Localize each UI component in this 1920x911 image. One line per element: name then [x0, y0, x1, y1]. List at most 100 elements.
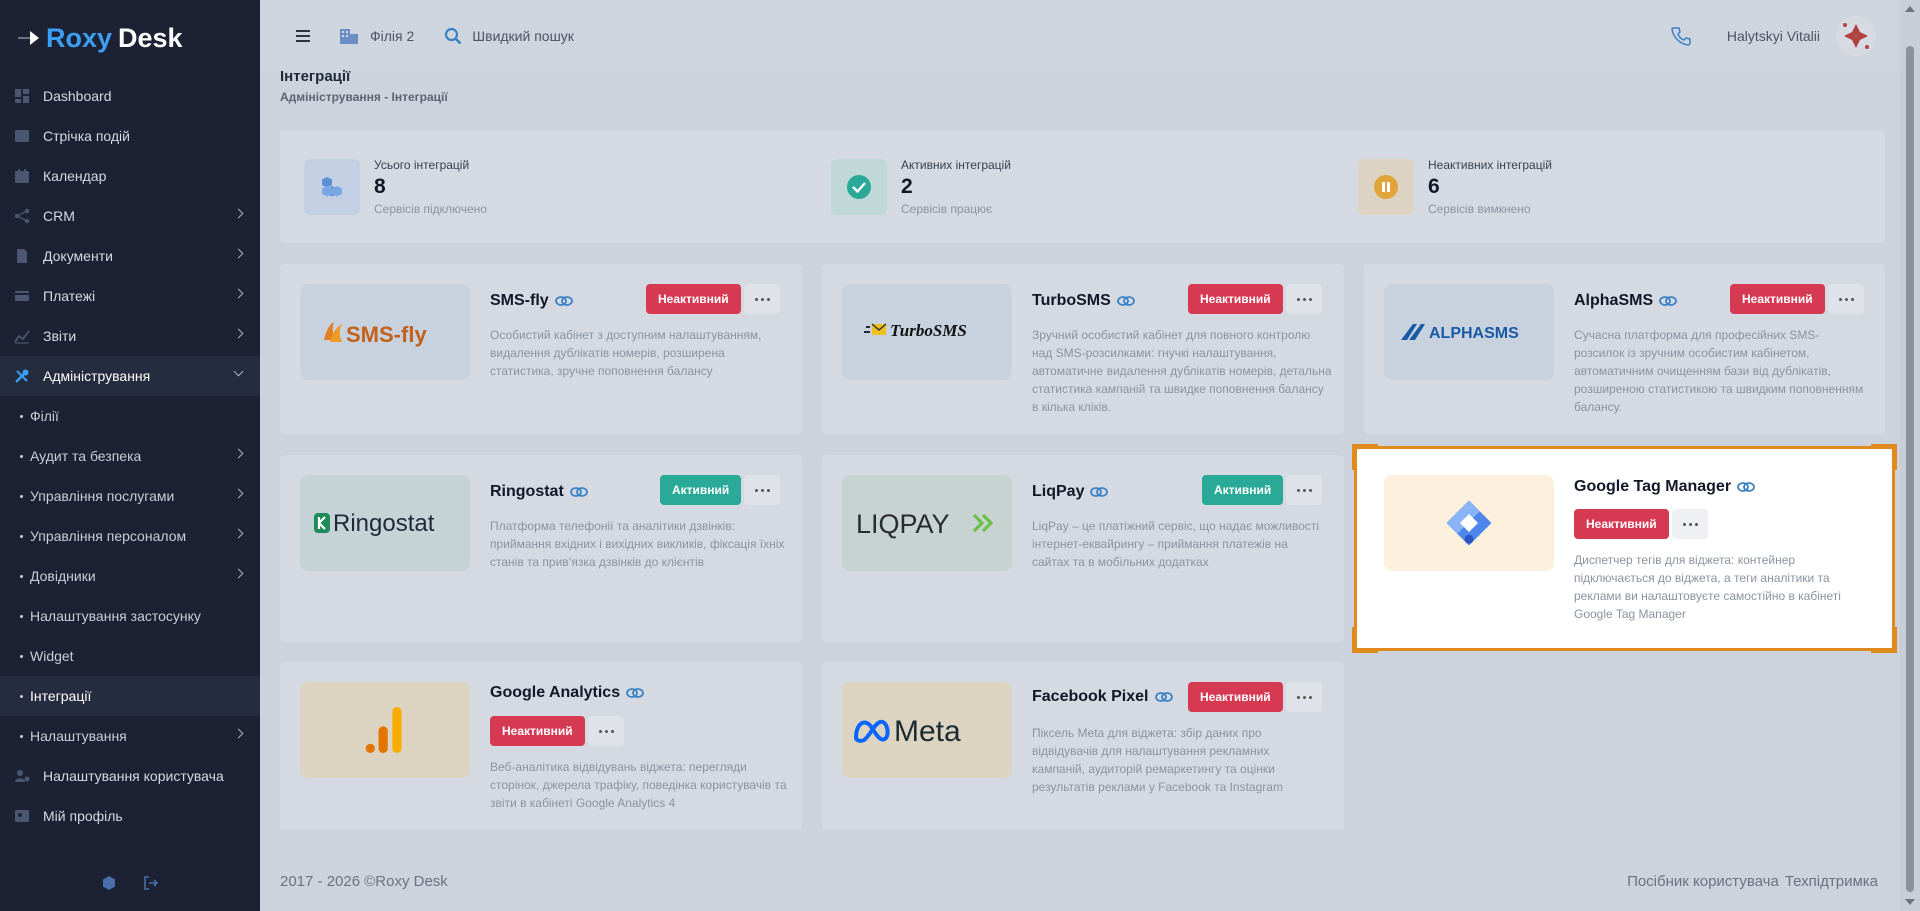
more-options-button[interactable]: [1286, 284, 1322, 314]
sidebar-item-payments[interactable]: Платежі: [0, 276, 260, 316]
status-badge: Неактивний: [1188, 682, 1283, 712]
liqpay-logo-text: LIQPAY: [856, 509, 950, 539]
bullet-dot: [20, 414, 23, 418]
sidebar-item-label: Звіти: [43, 328, 77, 344]
user-guide-link[interactable]: Посібник користувача: [1627, 873, 1779, 890]
more-options-button[interactable]: [744, 475, 780, 505]
sidebar-item-administration[interactable]: Адміністрування: [0, 356, 260, 396]
sidebar-item-user-settings[interactable]: Налаштування користувача: [0, 756, 260, 796]
settings-hex-icon[interactable]: [101, 875, 117, 891]
sidebar-nav: Dashboard Стрічка подій Календар CRM Док…: [0, 76, 260, 836]
integration-description: Платформа телефонії та аналітики дзвінкі…: [490, 519, 785, 569]
logout-icon[interactable]: [143, 875, 159, 891]
stat-value: 8: [374, 174, 386, 198]
support-link[interactable]: Техпідтримка: [1785, 873, 1878, 890]
search-icon: [444, 27, 462, 45]
phone-icon[interactable]: [1671, 26, 1691, 46]
integration-card-google-tag-manager[interactable]: Google Tag Manager Неактивний Диспетчер …: [1352, 444, 1897, 653]
branch-selector[interactable]: Філія 2: [338, 27, 414, 45]
stat-value: 2: [901, 174, 913, 198]
sidebar-item-crm[interactable]: CRM: [0, 196, 260, 236]
google-tag-manager-logo: [1384, 475, 1554, 571]
sidebar-subitem-directories[interactable]: Довідники: [0, 556, 260, 596]
check-circle-icon: [831, 158, 887, 215]
logo-arrow-icon: [18, 28, 40, 48]
integration-name-text: Google Analytics: [490, 684, 621, 701]
sidebar: Roxy Desk Dashboard Стрічка подій Календ…: [0, 0, 260, 911]
integration-card-liqpay[interactable]: LIQPAY LiqPay Активний LiqPay – це платі…: [822, 455, 1344, 642]
document-icon: [12, 248, 32, 264]
sidebar-subitem-widget[interactable]: Widget: [0, 636, 260, 676]
status-badge: Активний: [660, 475, 742, 505]
more-options-button[interactable]: [1286, 475, 1322, 505]
link-icon: [1659, 294, 1678, 308]
page-scrollbar[interactable]: [1900, 0, 1920, 911]
integration-name-text: AlphaSMS: [1574, 292, 1654, 309]
avatar[interactable]: [1836, 16, 1876, 56]
sidebar-item-label: Налаштування користувача: [43, 768, 224, 784]
sidebar-subitem-staff[interactable]: Управління персоналом: [0, 516, 260, 556]
stat-label: Усього інтеграцій: [374, 157, 470, 172]
google-analytics-logo: [300, 682, 470, 778]
quick-search[interactable]: Швидкий пошук: [444, 27, 574, 45]
integration-card-google-analytics[interactable]: Google Analytics Неактивний Веб-аналітик…: [280, 662, 802, 830]
status-badge: Активний: [1202, 475, 1284, 505]
sidebar-item-label: Адміністрування: [43, 368, 151, 384]
stat-sub: Сервісів працює: [901, 201, 993, 216]
integration-name-text: Ringostat: [490, 483, 564, 500]
integration-description: LiqPay – це платіжний сервіс, що надає м…: [1032, 519, 1320, 569]
integration-description: Веб-аналітика відвідувань віджета: перег…: [490, 760, 787, 810]
integration-card-smsfly[interactable]: SMS-fly SMS-fly Неактивний Особистий каб…: [280, 264, 802, 434]
app-logo[interactable]: Roxy Desk: [0, 0, 260, 76]
integration-name: LiqPay: [1032, 483, 1109, 501]
more-options-button[interactable]: [744, 284, 780, 314]
sidebar-subitem-label: Філії: [30, 408, 59, 424]
selection-corner: [1871, 444, 1897, 470]
sidebar-item-documents[interactable]: Документи: [0, 236, 260, 276]
more-options-button[interactable]: [1286, 682, 1322, 712]
sidebar-footer: [0, 875, 260, 891]
stat-value: 6: [1428, 174, 1440, 198]
top-bar: Філія 2 Швидкий пошук Halytskyi Vitalii: [260, 0, 1900, 72]
menu-toggle-icon[interactable]: [296, 30, 310, 42]
link-icon: [569, 485, 588, 499]
integration-name-text: LiqPay: [1032, 483, 1085, 500]
alphasms-logo: ALPHASMS: [1384, 284, 1554, 380]
sidebar-subitem-label: Налаштування застосунку: [30, 608, 201, 624]
link-icon: [626, 686, 645, 700]
chart-icon: [12, 328, 32, 344]
more-options-button[interactable]: [1828, 284, 1864, 314]
integration-card-turbosms[interactable]: TurboSMS TurboSMS Неактивний Зручний осо…: [822, 264, 1344, 434]
sidebar-subitem-settings[interactable]: Налаштування: [0, 716, 260, 756]
selection-corner: [1871, 627, 1897, 653]
sidebar-subitem-app-settings[interactable]: Налаштування застосунку: [0, 596, 260, 636]
scroll-up-icon[interactable]: [1905, 6, 1915, 12]
integration-description: Зручний особистий кабінет для повного ко…: [1032, 328, 1332, 414]
sidebar-subitem-integrations[interactable]: Інтеграції: [0, 676, 260, 716]
sidebar-item-reports[interactable]: Звіти: [0, 316, 260, 356]
more-options-button[interactable]: [588, 716, 624, 746]
sidebar-item-calendar[interactable]: Календар: [0, 156, 260, 196]
sidebar-item-profile[interactable]: Мій профіль: [0, 796, 260, 836]
bullet-dot: [20, 694, 23, 698]
sidebar-subitem-branches[interactable]: Філії: [0, 396, 260, 436]
sidebar-subitem-label: Налаштування: [30, 728, 127, 744]
sidebar-item-feed[interactable]: Стрічка подій: [0, 116, 260, 156]
integration-card-alphasms[interactable]: ALPHASMS AlphaSMS Неактивний Сучасна пла…: [1364, 264, 1885, 434]
user-name[interactable]: Halytskyi Vitalii: [1727, 28, 1820, 44]
sidebar-item-dashboard[interactable]: Dashboard: [0, 76, 260, 116]
stats-panel: Усього інтеграцій 8 Сервісів підключено …: [280, 130, 1885, 243]
feed-icon: [12, 128, 32, 144]
sidebar-subitem-audit[interactable]: Аудит та безпека: [0, 436, 260, 476]
integration-name: TurboSMS: [1032, 292, 1135, 310]
scroll-down-icon[interactable]: [1905, 899, 1915, 905]
calendar-icon: [12, 168, 32, 184]
integration-card-facebook-pixel[interactable]: Meta Facebook Pixel Неактивний Піксель M…: [822, 662, 1344, 830]
bullet-dot: [20, 734, 23, 738]
scrollbar-thumb[interactable]: [1906, 46, 1914, 892]
integration-description: Сучасна платформа для професійних SMS-ро…: [1574, 328, 1864, 414]
more-options-button[interactable]: [1672, 509, 1708, 539]
integration-card-ringostat[interactable]: Ringostat Ringostat Активний Платформа т…: [280, 455, 802, 642]
sidebar-subitem-services[interactable]: Управління послугами: [0, 476, 260, 516]
sidebar-item-label: Мій профіль: [43, 808, 123, 824]
